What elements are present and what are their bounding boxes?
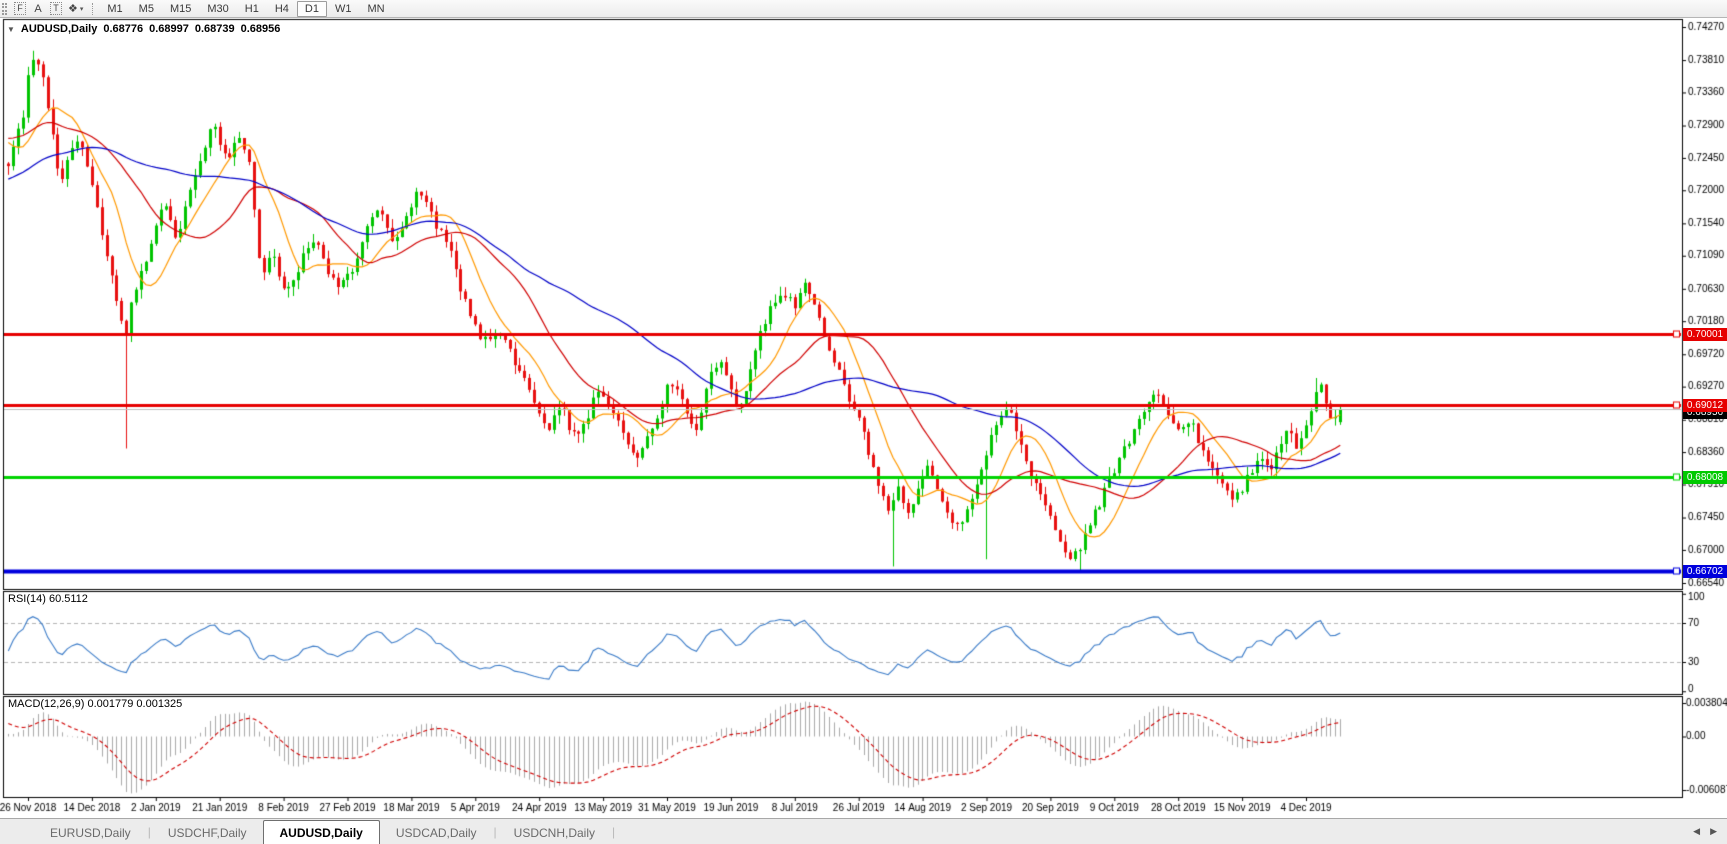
timeframe-m15-button[interactable]: M15 [162, 1, 199, 17]
close-value: 0.68956 [241, 23, 281, 35]
collapse-arrow-icon[interactable]: ▼ [7, 25, 15, 34]
colors-tool-icon: ❖ [68, 2, 78, 15]
toolbar-separator [92, 3, 93, 15]
timeframe-m1-button[interactable]: M1 [99, 1, 130, 17]
tab-usdcnh-daily[interactable]: USDCNH,Daily [498, 822, 611, 844]
tab-audusd-daily[interactable]: AUDUSD,Daily [263, 820, 380, 844]
tab-usdchf-daily[interactable]: USDCHF,Daily [152, 822, 263, 844]
text-tool-icon: T [50, 2, 62, 15]
tab-separator: | [611, 825, 616, 839]
timeframe-m5-button[interactable]: M5 [131, 1, 162, 17]
chart-shift-tool-button[interactable]: F [11, 1, 29, 17]
colors-tool-button[interactable]: ❖ ▾ [65, 1, 86, 17]
chevron-down-icon: ▾ [80, 5, 84, 13]
chart-title: ▼ AUDUSD,Daily 0.68776 0.68997 0.68739 0… [7, 23, 280, 35]
label-tool-button[interactable]: A [29, 1, 47, 17]
timeframe-h4-button[interactable]: H4 [267, 1, 297, 17]
timeframe-w1-button[interactable]: W1 [327, 1, 360, 17]
macd-indicator-label: MACD(12,26,9) 0.001779 0.001325 [8, 698, 182, 710]
resistance-level-badge-70001: 0.70001 [1683, 328, 1727, 341]
high-value: 0.68997 [149, 23, 189, 35]
label-tool-icon: A [34, 3, 41, 15]
timeframe-d1-button[interactable]: D1 [297, 1, 327, 17]
trading-terminal: F A T ❖ ▾ M1 M5 M15 M30 H1 H4 D1 W1 MN ▼… [0, 0, 1727, 844]
support-level-badge-68008: 0.68008 [1683, 471, 1727, 484]
toolbar-grip[interactable] [2, 3, 7, 15]
tab-usdcad-daily[interactable]: USDCAD,Daily [380, 822, 493, 844]
resistance-level-badge-69012: 0.69012 [1683, 399, 1727, 412]
symbol-period-label: AUDUSD,Daily [21, 23, 97, 35]
chart-shift-icon: F [14, 2, 26, 15]
timeframe-m30-button[interactable]: M30 [199, 1, 236, 17]
tabs-scroll-left-icon[interactable]: ◀ [1693, 826, 1700, 837]
toolbar: F A T ❖ ▾ M1 M5 M15 M30 H1 H4 D1 W1 MN [0, 0, 1727, 18]
symbol-tabbar: EURUSD,Daily | USDCHF,Daily AUDUSD,Daily… [0, 818, 1727, 844]
timeframe-h1-button[interactable]: H1 [237, 1, 267, 17]
timeframe-mn-button[interactable]: MN [359, 1, 392, 17]
tabs-scroll-right-icon[interactable]: ▶ [1710, 826, 1717, 837]
rsi-indicator-label: RSI(14) 60.5112 [8, 593, 88, 605]
tab-eurusd-daily[interactable]: EURUSD,Daily [34, 822, 147, 844]
text-tool-button[interactable]: T [47, 1, 65, 17]
price-chart-canvas[interactable] [0, 0, 1727, 818]
low-value: 0.68739 [195, 23, 235, 35]
open-value: 0.68776 [103, 23, 143, 35]
low-level-badge-66702: 0.66702 [1683, 565, 1727, 578]
